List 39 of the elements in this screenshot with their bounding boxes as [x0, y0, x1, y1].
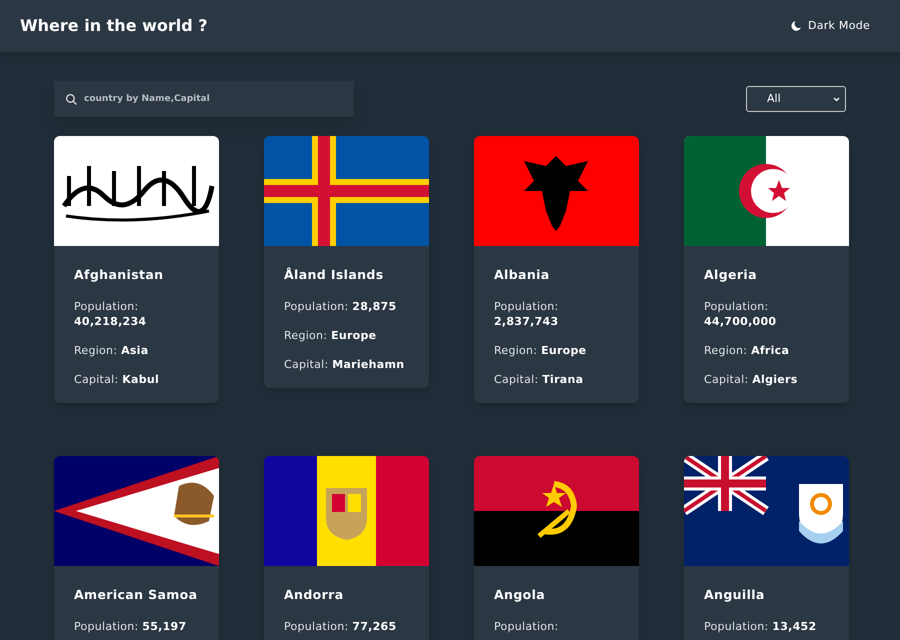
country-card[interactable]: Anguilla Population: 13,452 — [684, 456, 849, 640]
capital-text: Capital: Mariehamn — [284, 357, 406, 372]
country-card[interactable]: Angola Population: — [474, 456, 639, 640]
capital-text: Capital: Tirana — [494, 372, 584, 387]
country-name: Andorra — [284, 587, 344, 603]
chevron-down-icon — [833, 96, 840, 102]
country-name: American Samoa — [74, 587, 198, 603]
population-text: Population: 77,265 — [284, 619, 398, 634]
region-dropdown[interactable]: All — [746, 86, 846, 112]
region-text: Region: Africa — [704, 343, 790, 358]
moon-icon — [788, 20, 802, 32]
population-text: Population: 28,875 — [284, 299, 398, 314]
site-title: Where in the world ? — [20, 15, 208, 37]
population-text: Population: 40,218,234 — [74, 299, 148, 329]
region-text: Region: Asia — [74, 343, 150, 358]
capital-text: Capital: Kabul — [74, 372, 160, 387]
country-name: Angola — [494, 587, 546, 603]
country-name: Afghanistan — [74, 267, 164, 283]
population-text: Population: 13,452 — [704, 619, 818, 634]
search-icon — [65, 93, 78, 106]
country-name: Algeria — [704, 267, 758, 283]
search-field[interactable]: country by Name,Capital — [54, 81, 354, 117]
country-card[interactable]: Algeria Population: 44,700,000 Region: Africa Capital: Algiers — [684, 136, 849, 403]
dark-mode-button[interactable]: Dark Mode — [788, 18, 870, 34]
country-name: Albania — [494, 267, 551, 283]
population-text: Population: 55,197 — [74, 619, 188, 634]
country-card[interactable]: Albania Population: 2,837,743 Region: Europe Capital: Tirana — [474, 136, 639, 403]
region-text: Region: Europe — [284, 328, 378, 343]
country-card[interactable]: Åland Islands Population: 28,875 Region: Europe Capital: Mariehamn — [264, 136, 429, 388]
country-card[interactable]: Andorra Population: 77,265 — [264, 456, 429, 640]
population-text: Population: — [494, 619, 560, 634]
country-name: Anguilla — [704, 587, 766, 603]
country-card[interactable]: American Samoa Population: 55,197 — [54, 456, 219, 640]
population-text: Population: 44,700,000 — [704, 299, 778, 329]
country-card[interactable]: Afghanistan Population: 40,218,234 Region: Asia Capital: Kabul — [54, 136, 219, 403]
capital-text: Capital: Algiers — [704, 372, 799, 387]
region-text: Region: Europe — [494, 343, 588, 358]
country-name: Åland Islands — [284, 267, 385, 283]
population-text: Population: 2,837,743 — [494, 299, 560, 329]
